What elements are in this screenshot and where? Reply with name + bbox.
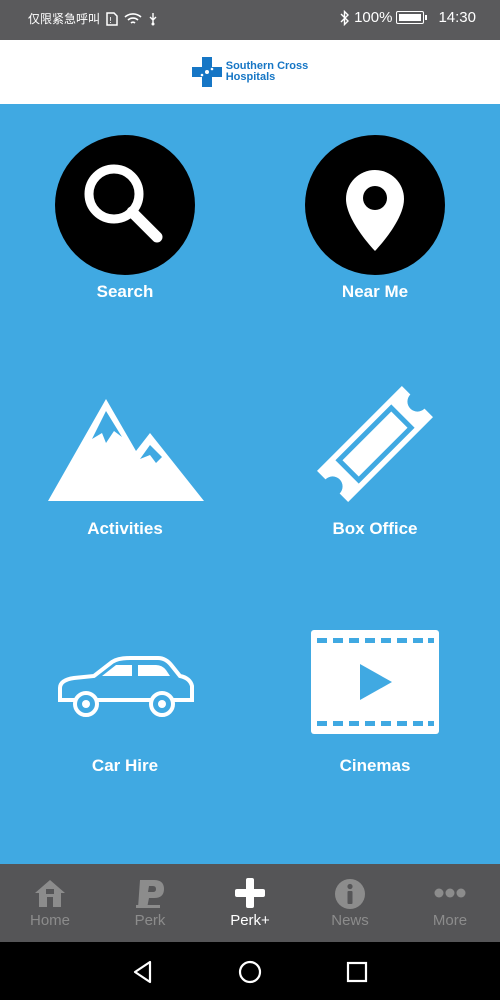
- tab-home[interactable]: Home: [0, 864, 100, 942]
- home-icon: [35, 880, 65, 907]
- tile-label: Box Office: [332, 519, 418, 538]
- tile-label: Search: [96, 282, 154, 301]
- tab-perk-plus[interactable]: Perk+: [200, 864, 300, 942]
- tile-label: Car Hire: [91, 756, 159, 775]
- ticket-icon: [317, 386, 433, 502]
- film-play-icon: [311, 630, 439, 734]
- southern-cross-logo: Southern Cross Hospitals: [191, 57, 308, 87]
- car-icon: [58, 656, 194, 717]
- tile-label: Near Me: [341, 282, 409, 301]
- logo-line-2: Hospitals: [225, 71, 276, 83]
- perk-plus-grid: Search Near Me Activities Box Office Car…: [0, 104, 500, 864]
- location-pin-icon: [305, 135, 445, 275]
- sim-icon: !: [106, 11, 118, 26]
- tab-label: Perk+: [230, 912, 270, 929]
- more-dots-icon: [434, 888, 466, 898]
- tile-activities[interactable]: Activities: [0, 389, 250, 619]
- clock: 14:30: [438, 9, 476, 26]
- wifi-icon: [124, 12, 142, 24]
- tile-cinemas[interactable]: Cinemas: [250, 628, 500, 858]
- bluetooth-icon: [340, 9, 350, 26]
- recents-icon[interactable]: [342, 957, 372, 987]
- search-icon: [55, 135, 195, 275]
- tile-search[interactable]: Search: [0, 134, 250, 364]
- tile-label: Activities: [87, 519, 163, 538]
- battery-percent: 100%: [354, 9, 393, 26]
- home-nav-icon[interactable]: [235, 957, 265, 987]
- tab-label: News: [331, 912, 369, 929]
- back-icon[interactable]: [128, 957, 158, 987]
- svg-text:!: !: [109, 16, 112, 25]
- plus-icon: [235, 878, 265, 908]
- tab-news[interactable]: News: [300, 864, 400, 942]
- app-header: Southern Cross Hospitals: [0, 40, 500, 104]
- tab-label: More: [432, 912, 468, 929]
- usb-icon: [149, 12, 157, 25]
- bottom-tab-bar: Home Perk Perk+ News More: [0, 864, 500, 942]
- carrier-text: 仅限紧急呼叫: [28, 12, 101, 26]
- battery-icon: [396, 11, 428, 24]
- perk-p-icon: [136, 880, 164, 908]
- system-nav-bar: [0, 942, 500, 1000]
- tile-label: Cinemas: [339, 756, 411, 775]
- mountain-icon: [48, 399, 204, 501]
- tile-near-me[interactable]: Near Me: [250, 134, 500, 364]
- tile-box-office[interactable]: Box Office: [250, 382, 500, 612]
- tab-perk[interactable]: Perk: [100, 864, 200, 942]
- tile-car-hire[interactable]: Car Hire: [0, 654, 250, 884]
- cross-logo-icon: [191, 57, 222, 87]
- tab-label: Home: [29, 912, 70, 929]
- info-icon: [335, 879, 365, 909]
- tab-more[interactable]: More: [400, 864, 500, 942]
- status-bar: 仅限紧急呼叫 ! 100% 14:30: [0, 0, 500, 40]
- tab-label: Perk: [134, 912, 166, 929]
